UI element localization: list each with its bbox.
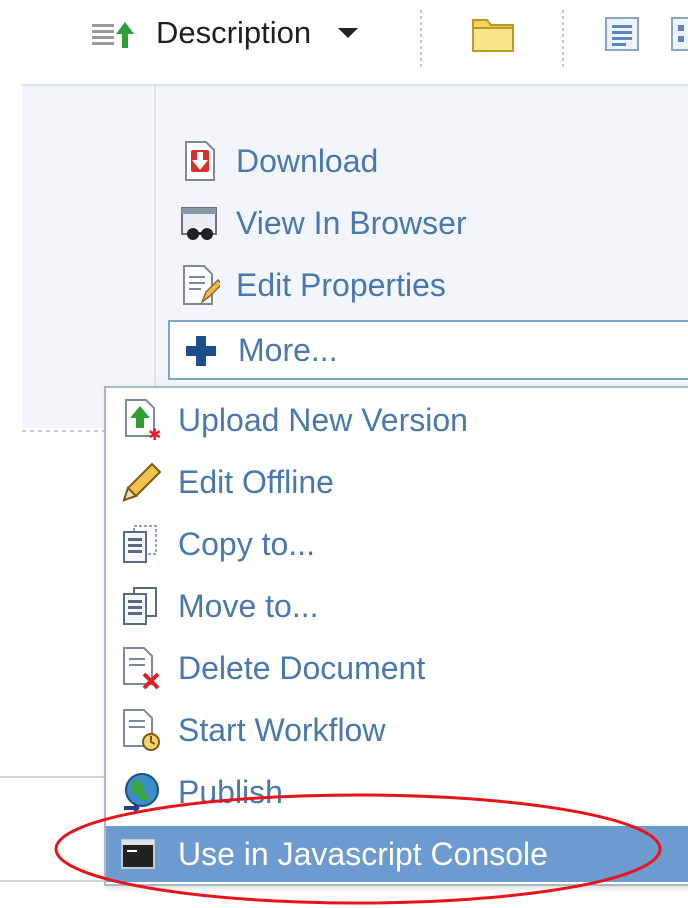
simple-view-icon[interactable] bbox=[670, 16, 688, 52]
menu-item-edit-offline[interactable]: Edit Offline bbox=[106, 454, 688, 510]
action-label: Download bbox=[236, 142, 379, 179]
edit-properties-action[interactable]: Edit Properties bbox=[180, 260, 446, 310]
publish-icon bbox=[124, 773, 159, 814]
menu-item-label: Start Workflow bbox=[178, 711, 386, 748]
row-divider bbox=[0, 880, 110, 882]
delete-document-icon bbox=[123, 647, 160, 690]
pencil-icon bbox=[122, 462, 162, 502]
sort-ascending-icon[interactable] bbox=[92, 20, 136, 50]
move-icon bbox=[123, 587, 157, 625]
menu-item-delete-document[interactable]: Delete Document bbox=[106, 640, 688, 696]
plus-icon bbox=[186, 336, 216, 366]
menu-item-copy-to[interactable]: Copy to... bbox=[106, 516, 688, 572]
menu-item-publish[interactable]: Publish bbox=[106, 764, 688, 820]
console-icon bbox=[121, 839, 155, 869]
menu-item-label: Publish bbox=[178, 773, 283, 810]
svg-text:✱: ✱ bbox=[148, 425, 161, 442]
menu-item-label: Copy to... bbox=[178, 525, 315, 562]
detailed-view-icon[interactable] bbox=[604, 16, 640, 52]
panel-dashed-border bbox=[22, 430, 108, 432]
menu-item-label: Edit Offline bbox=[178, 463, 334, 500]
menu-item-use-in-javascript-console[interactable]: Use in Javascript Console bbox=[106, 826, 688, 882]
menu-item-upload-new-version[interactable]: ✱ Upload New Version bbox=[106, 392, 688, 448]
toolbar: Description bbox=[0, 0, 688, 84]
sort-field-dropdown[interactable]: Description bbox=[156, 14, 311, 52]
copy-icon bbox=[123, 525, 157, 563]
more-label: More... bbox=[238, 332, 338, 368]
menu-item-label: Move to... bbox=[178, 587, 319, 624]
more-actions-button[interactable]: More... bbox=[168, 320, 688, 380]
folder-icon[interactable] bbox=[470, 14, 516, 54]
more-actions-menu: ✱ Upload New Version Edit Offline Copy t… bbox=[104, 386, 688, 886]
menu-item-label: Use in Javascript Console bbox=[178, 835, 548, 872]
download-icon bbox=[185, 141, 215, 181]
toolbar-divider bbox=[562, 10, 564, 68]
row-divider bbox=[0, 776, 110, 778]
menu-item-label: Delete Document bbox=[178, 649, 426, 686]
toolbar-divider bbox=[420, 10, 422, 68]
menu-item-label: Upload New Version bbox=[178, 401, 468, 438]
action-label: Edit Properties bbox=[236, 266, 446, 303]
menu-item-move-to[interactable]: Move to... bbox=[106, 578, 688, 634]
download-action[interactable]: Download bbox=[180, 136, 378, 186]
start-workflow-icon bbox=[123, 709, 160, 751]
action-label: View In Browser bbox=[236, 204, 467, 241]
caret-down-icon[interactable] bbox=[336, 26, 360, 40]
upload-new-version-icon: ✱ bbox=[125, 399, 161, 442]
edit-properties-icon bbox=[183, 265, 220, 305]
panel-divider bbox=[154, 86, 156, 386]
view-in-browser-action[interactable]: View In Browser bbox=[180, 198, 467, 248]
menu-item-start-workflow[interactable]: Start Workflow bbox=[106, 702, 688, 758]
view-in-browser-icon bbox=[181, 207, 217, 240]
